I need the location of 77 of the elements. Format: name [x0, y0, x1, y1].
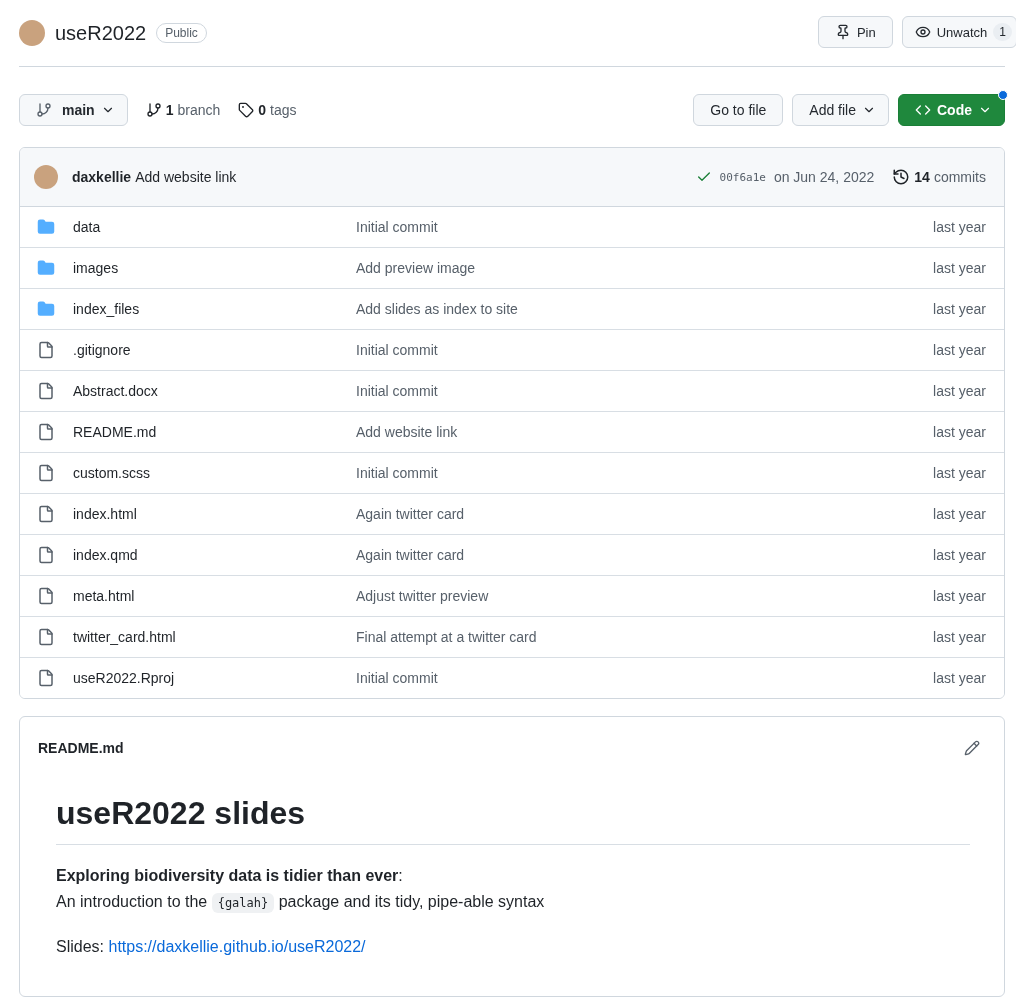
file-age: last year	[933, 629, 986, 645]
file-name[interactable]: meta.html	[73, 588, 356, 604]
file-name[interactable]: .gitignore	[73, 342, 356, 358]
go-to-file-button[interactable]: Go to file	[693, 94, 784, 126]
file-icon	[37, 669, 55, 687]
folder-icon	[37, 300, 55, 318]
branch-icon	[36, 102, 52, 118]
readme-filename: README.md	[38, 740, 124, 756]
pin-button[interactable]: Pin	[817, 16, 893, 48]
file-age: last year	[933, 465, 986, 481]
file-name[interactable]: index_files	[73, 301, 356, 317]
file-commit-message[interactable]: Again twitter card	[356, 506, 934, 522]
branch-button[interactable]: main	[19, 94, 128, 126]
file-icon	[37, 546, 55, 564]
tags-link[interactable]: 0 tags	[238, 102, 297, 118]
file-commit-message[interactable]: Initial commit	[356, 465, 934, 481]
file-name[interactable]: data	[73, 219, 356, 235]
readme-paragraph: Slides: https://daxkellie.github.io/useR2022/	[56, 937, 367, 957]
branches-link[interactable]: 1 branch	[145, 102, 221, 118]
file-commit-message[interactable]: Initial commit	[356, 383, 934, 399]
file-icon	[37, 464, 55, 482]
file-name[interactable]: useR2022.Rproj	[73, 670, 356, 686]
file-name[interactable]: custom.scss	[73, 465, 356, 481]
file-icon	[37, 628, 55, 646]
file-commit-message[interactable]: Initial commit	[356, 219, 934, 235]
watch-count: 1	[993, 23, 1012, 41]
file-commit-message[interactable]: Again twitter card	[356, 547, 934, 563]
readme-paragraph: Exploring biodiversity data is tidier than ever: An introduction to the {galah} package and its tidy, pipe-able syntax	[56, 863, 970, 916]
file-name[interactable]: images	[73, 260, 356, 276]
file-icon	[37, 341, 55, 359]
file-icon	[37, 423, 55, 441]
file-name[interactable]: Abstract.docx	[73, 383, 356, 399]
slides-link[interactable]: https://daxkellie.github.io/useR2022/	[108, 938, 366, 955]
file-age: last year	[933, 260, 986, 276]
file-icon	[37, 505, 55, 523]
file-age: last year	[933, 547, 986, 563]
readme-heading: useR2022 slides	[56, 795, 970, 845]
history-icon	[892, 168, 911, 186]
file-commit-message[interactable]: Final attempt at a twitter card	[356, 629, 934, 645]
file-commit-message[interactable]: Add preview image	[356, 260, 934, 276]
file-commit-message[interactable]: Adjust twitter preview	[356, 588, 934, 604]
branch-icon	[145, 102, 162, 118]
file-commit-message[interactable]: Add website link	[356, 424, 934, 440]
edit-icon[interactable]	[964, 740, 980, 756]
commit-date: on Jun 24, 2022	[773, 169, 875, 185]
commit-author[interactable]: daxkellie	[72, 169, 132, 185]
commit-message[interactable]: Add website link	[135, 169, 237, 185]
eye-icon	[914, 24, 931, 40]
commits-link[interactable]: 14 commits	[892, 168, 986, 186]
file-age: last year	[933, 506, 986, 522]
add-file-button[interactable]: Add file	[792, 94, 889, 126]
file-name[interactable]: index.qmd	[73, 547, 356, 563]
file-age: last year	[933, 670, 986, 686]
file-age: last year	[933, 588, 986, 604]
file-name[interactable]: index.html	[73, 506, 356, 522]
repo-name[interactable]: useR2022	[55, 21, 147, 45]
commit-sha[interactable]: 00f6a1e	[719, 170, 766, 184]
file-row[interactable]: useR2022.Rproj Initial commit last year	[20, 657, 1004, 698]
avatar	[19, 20, 45, 46]
file-commit-message[interactable]: Add slides as index to site	[356, 301, 934, 317]
file-age: last year	[933, 383, 986, 399]
unwatch-button[interactable]: Unwatch 1	[901, 16, 1016, 48]
file-name[interactable]: README.md	[73, 424, 356, 440]
folder-icon	[37, 259, 55, 277]
file-icon	[37, 382, 55, 400]
file-age: last year	[933, 424, 986, 440]
file-age: last year	[933, 219, 986, 235]
file-age: last year	[933, 301, 986, 317]
file-icon	[37, 587, 55, 605]
file-name[interactable]: twitter_card.html	[73, 629, 356, 645]
file-age: last year	[933, 342, 986, 358]
file-commit-message[interactable]: Initial commit	[356, 342, 934, 358]
avatar	[34, 165, 58, 189]
file-commit-message[interactable]: Initial commit	[356, 670, 934, 686]
code-icon	[915, 102, 931, 118]
folder-icon	[37, 218, 55, 236]
tag-icon	[238, 102, 255, 118]
